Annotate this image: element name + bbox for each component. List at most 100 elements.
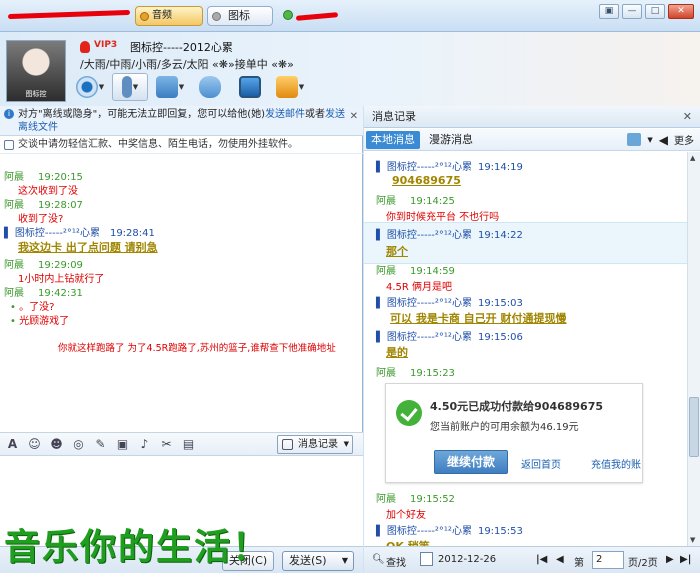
window-controls: ▣ — □ ✕ (599, 4, 694, 19)
message-time: 19:15:06 (477, 332, 523, 343)
message-history-label: 消息记录 (298, 439, 338, 450)
message-sender: 阿晨 (376, 196, 396, 207)
message-header: ▌ 图标控-----²°¹²心累 19:15:06 (376, 328, 523, 343)
magic-face-icon[interactable]: ☻ (48, 436, 65, 453)
tab-local-messages[interactable]: 本地消息 (366, 131, 420, 149)
payment-balance: 您当前账户的可用余额为46.19元 (430, 422, 579, 433)
annotation-text: 你就这样跑路了 为了4.5R跑路了,苏州的篮子,谁帮查下他准确地址 (58, 343, 336, 354)
history-scrollbar[interactable]: ▲ ▼ (687, 152, 700, 546)
last-page-icon[interactable]: ▶| (680, 554, 691, 565)
security-notice-text: 交谈中请勿轻信汇款、中奖信息、陌生电话，勿使用外挂软件。 (18, 139, 298, 150)
doodle-icon[interactable]: ✎ (92, 436, 109, 453)
message-history-button[interactable]: 消息记录 ▼ (277, 435, 353, 454)
shake-icon[interactable]: ◎ (70, 436, 87, 453)
page-number-input[interactable]: 2 (592, 551, 624, 569)
send-button[interactable]: 发送(S) ▼ (282, 551, 354, 571)
sender-marker-icon: ▌ (376, 230, 387, 241)
recharge-link[interactable]: 充值我的账 (591, 456, 641, 471)
message-header: 阿晨 19:20:15 (4, 168, 83, 183)
close-notice-icon[interactable]: ✕ (350, 110, 358, 123)
chevron-down-icon: ▼ (343, 440, 349, 448)
sender-marker-icon: ▌ (4, 228, 15, 239)
contact-signature: /大雨/中雨/小雨/多云/太阳 «❋»接单中 «❋» (80, 58, 294, 71)
message-sender: 图标控-----²°¹²心累 (14, 228, 100, 239)
history-pane: 消息记录 ✕ 本地消息 漫游消息 ▼ ◀ 更多 ▌ 图标控-----²°¹²心累… (364, 106, 700, 573)
search-icon[interactable]: 🔍︎ (372, 554, 385, 565)
group-chat-button[interactable] (192, 73, 228, 101)
contact-nickname: 图标控-----2012心累 (130, 41, 233, 54)
prev-page-icon[interactable]: ◀ (556, 554, 564, 565)
message-header: ▌ 图标控-----²°¹²心累 19:15:53 (376, 522, 523, 537)
calendar-icon[interactable]: ▤ (180, 436, 197, 453)
penguin-icon (80, 41, 90, 53)
vip-badge[interactable]: VIP3 (94, 40, 117, 50)
message-text: 是的 (386, 346, 408, 359)
chevron-down-icon[interactable]: ▼ (647, 136, 652, 144)
next-page-icon[interactable]: ▶ (666, 554, 674, 565)
music-icon[interactable]: ♪ (136, 436, 153, 453)
font-icon[interactable]: A (4, 436, 21, 453)
calendar-icon[interactable] (420, 552, 433, 566)
image-icon[interactable]: ▣ (114, 436, 131, 453)
date-display[interactable]: 2012-12-26 (438, 554, 496, 565)
more-button[interactable]: 更多 (674, 132, 694, 147)
first-page-icon[interactable]: |◀ (536, 554, 547, 565)
message-time: 19:14:22 (477, 230, 523, 241)
tab-video[interactable]: 音频 (135, 6, 203, 26)
tab-roaming-messages[interactable]: 漫游消息 (424, 131, 478, 149)
voice-call-button[interactable]: ▼ (112, 73, 148, 101)
screenshot-icon[interactable]: ✂ (158, 436, 175, 453)
remote-assist-button[interactable] (232, 73, 268, 101)
redaction-scribble (7, 9, 131, 20)
scroll-down-icon[interactable]: ▼ (690, 536, 695, 544)
file-transfer-button[interactable]: ▼ (152, 73, 188, 101)
sender-marker-icon: ▌ (376, 298, 387, 309)
avatar[interactable]: 图标控 (6, 40, 66, 102)
scroll-thumb[interactable] (689, 397, 699, 457)
message-time: 19:15:53 (477, 526, 523, 537)
message-time: 19:15:23 (410, 368, 455, 379)
chevron-down-icon[interactable]: ▼ (342, 552, 348, 570)
chat-pane: i 对方"离线或隐身"，可能无法立即回复，您可以给他(她)发送邮件或者发送离线文… (0, 106, 363, 573)
history-tools: ▼ ◀ 更多 (627, 132, 694, 147)
sender-marker-icon: ▌ (376, 162, 387, 173)
page-total: 页/2页 (628, 558, 658, 569)
microphone-icon (121, 76, 132, 98)
message-text: OK 稍等 (386, 538, 430, 546)
message-time: 19:15:52 (410, 494, 455, 505)
message-text: • 光顾游戏了 (10, 316, 70, 327)
message-header: 阿晨 19:42:31 (4, 284, 83, 299)
maximize-button[interactable]: □ (645, 4, 665, 19)
send-email-link[interactable]: 发送邮件 (265, 109, 305, 120)
tab-icon[interactable]: 图标 (207, 6, 273, 26)
minimize-button[interactable]: — (622, 4, 642, 19)
online-status-icon[interactable] (283, 10, 293, 20)
message-header: 阿晨 19:14:25 (376, 192, 455, 207)
offline-notice-text: 对方"离线或隐身"，可能无法立即回复，您可以给他(她) (18, 109, 266, 120)
message-text: 加个好友 (386, 510, 426, 521)
shield-icon (4, 140, 14, 150)
apps-button[interactable]: ▼ (272, 73, 308, 101)
skin-button[interactable]: ▣ (599, 4, 619, 19)
close-history-icon[interactable]: ✕ (683, 106, 692, 128)
tab-icon-label: 图标 (228, 9, 250, 22)
continue-payment-button[interactable]: 继续付款 (434, 450, 508, 474)
message-text: 这次收到了没 (18, 186, 78, 197)
avatar-caption: 图标控 (25, 90, 47, 98)
message-header: ▌ 图标控-----²°¹²心累 19:15:03 (376, 294, 523, 309)
message-time: 19:28:41 (109, 228, 155, 239)
checkmark-icon (396, 400, 422, 426)
history-message-list: ▌ 图标控-----²°¹²心累 19:14:19 904689675 阿晨 19:… (364, 152, 687, 546)
emoji-icon[interactable]: ☺ (26, 436, 43, 453)
return-home-link[interactable]: 返回首页 (521, 456, 561, 471)
message-header: 阿晨 19:29:09 (4, 256, 83, 271)
scroll-up-icon[interactable]: ▲ (690, 154, 695, 162)
message-header: ▌ 图标控-----²°¹²心累 19:28:41 (4, 224, 155, 239)
video-call-button[interactable]: ▼ (72, 73, 108, 101)
icon-status-icon (212, 12, 221, 21)
add-people-icon (199, 76, 221, 98)
close-window-button[interactable]: ✕ (668, 4, 694, 19)
speaker-icon[interactable]: ◀ (659, 133, 668, 147)
export-icon[interactable] (627, 133, 642, 146)
find-button[interactable]: 查找 (386, 554, 406, 569)
